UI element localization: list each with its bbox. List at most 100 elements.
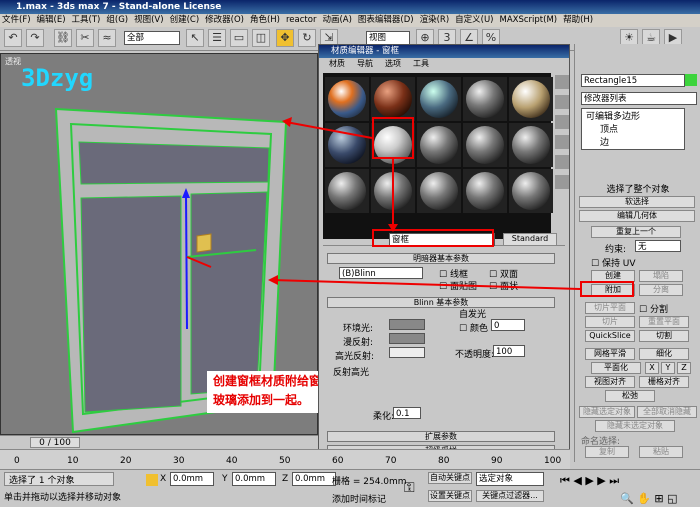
menu-item[interactable]: 角色(H) — [250, 14, 280, 27]
shader-rollout[interactable]: 明暗器基本参数 — [327, 253, 555, 264]
menu-item[interactable]: 组(G) — [106, 14, 128, 27]
reset-plane-button[interactable]: 重置平面 — [639, 316, 689, 328]
soft-selection-rollout[interactable]: 软选择 — [579, 196, 695, 208]
time-slider-frame[interactable]: 0 / 100 — [30, 437, 80, 448]
move-icon[interactable]: ✥ — [276, 29, 294, 47]
stack-editable-poly[interactable]: 可编辑多边形 — [582, 109, 684, 122]
ambient-swatch[interactable] — [389, 319, 425, 330]
stack-edge[interactable]: 边 — [582, 135, 684, 148]
z-coordinate[interactable]: 0.0mm — [292, 472, 336, 486]
object-color-swatch[interactable] — [685, 74, 697, 86]
selection-filter-dropdown[interactable]: 全部 — [124, 31, 180, 45]
unhide-all-button[interactable]: 全部取消隐藏 — [637, 406, 697, 418]
material-slot[interactable] — [509, 123, 553, 167]
material-menu-item[interactable]: 工具 — [413, 58, 429, 70]
select-by-name-icon[interactable]: ☰ — [208, 29, 226, 47]
constraint-dropdown[interactable]: 无 — [635, 240, 681, 252]
y-coordinate[interactable]: 0.0mm — [232, 472, 276, 486]
bind-spacewarp-icon[interactable]: ≈ — [98, 29, 116, 47]
material-type-button[interactable]: Standard — [503, 233, 557, 246]
material-slot[interactable] — [463, 123, 507, 167]
redo-icon[interactable]: ↷ — [26, 29, 44, 47]
grid-align-button[interactable]: 栅格对齐 — [639, 376, 689, 388]
material-menu-item[interactable]: 材质 — [329, 58, 345, 70]
material-slot[interactable] — [417, 123, 461, 167]
repeat-last-button[interactable]: 重复上一个 — [591, 226, 681, 238]
menu-item[interactable]: 渲染(R) — [420, 14, 450, 27]
diffuse-swatch[interactable] — [389, 333, 425, 344]
x-coordinate[interactable]: 0.0mm — [170, 472, 214, 486]
self-illum-value[interactable]: 0 — [491, 319, 525, 331]
stack-vertex[interactable]: 顶点 — [582, 122, 684, 135]
menu-item[interactable]: 修改器(O) — [205, 14, 244, 27]
select-icon[interactable]: ↖ — [186, 29, 204, 47]
face-map-checkbox[interactable]: ☐ 面贴图 — [439, 279, 477, 292]
uv-tiling-icon[interactable] — [555, 135, 569, 149]
video-color-check-icon[interactable] — [555, 155, 569, 169]
key-selection-dropdown[interactable]: 选定对象 — [476, 472, 544, 486]
reference-coord-dropdown[interactable]: 视图 — [366, 31, 410, 45]
planar-z-button[interactable]: Z — [677, 362, 691, 374]
relax-button[interactable]: 松弛 — [605, 390, 655, 402]
menu-item[interactable]: 编辑(E) — [37, 14, 66, 27]
slice-button[interactable]: 切片 — [585, 316, 635, 328]
menu-item[interactable]: 创建(C) — [170, 14, 200, 27]
menu-item[interactable]: reactor — [286, 14, 316, 27]
softness-value[interactable]: 0.1 — [393, 407, 421, 419]
region-select-icon[interactable]: ▭ — [230, 29, 248, 47]
material-slot[interactable] — [509, 77, 553, 121]
faceted-checkbox[interactable]: ☐ 面状 — [489, 279, 518, 292]
options-icon[interactable] — [555, 175, 569, 189]
background-icon[interactable] — [555, 115, 569, 129]
key-icon[interactable]: ⚿ — [404, 480, 415, 496]
sample-type-icon[interactable] — [555, 75, 569, 89]
blinn-rollout[interactable]: Blinn 基本参数 — [327, 297, 555, 308]
menu-item[interactable]: 工具(T) — [72, 14, 101, 27]
shader-dropdown[interactable]: (B)Blinn — [339, 267, 423, 279]
material-menu-item[interactable]: 选项 — [385, 58, 401, 70]
material-slot[interactable] — [417, 169, 461, 213]
preserve-uv-checkbox[interactable]: ☐ 保持 UV — [591, 256, 636, 269]
playback-controls-icon[interactable]: ⏮ ◀ ▶ ▶ ⏭ — [560, 474, 619, 488]
planar-x-button[interactable]: X — [645, 362, 659, 374]
lock-selection-icon[interactable] — [146, 474, 158, 486]
viewport-nav-icon[interactable]: 🔍 ✋ ⊞ ◱ — [620, 492, 678, 505]
menu-item[interactable]: 文件(F) — [2, 14, 31, 27]
specular-swatch[interactable] — [389, 347, 425, 358]
copy-button[interactable]: 复制 — [585, 446, 629, 458]
unlink-icon[interactable]: ✂ — [76, 29, 94, 47]
material-slot[interactable] — [325, 77, 369, 121]
make-planar-button[interactable]: 平面化 — [591, 362, 641, 374]
link-icon[interactable]: ⛓ — [54, 29, 72, 47]
split-checkbox[interactable]: ☐ 分割 — [639, 302, 668, 315]
material-slot[interactable] — [417, 77, 461, 121]
material-slot[interactable] — [371, 77, 415, 121]
detach-button[interactable]: 分离 — [639, 284, 683, 296]
opacity-value[interactable]: 100 — [493, 345, 525, 357]
hide-unselected-button[interactable]: 隐藏未选定对象 — [595, 420, 675, 432]
material-slot[interactable] — [371, 169, 415, 213]
menu-item[interactable]: 帮助(H) — [563, 14, 593, 27]
material-slot[interactable] — [463, 169, 507, 213]
window-crossing-icon[interactable]: ◫ — [252, 29, 270, 47]
slice-plane-button[interactable]: 切片平面 — [585, 302, 635, 314]
material-slot[interactable] — [509, 169, 553, 213]
rotate-icon[interactable]: ↻ — [298, 29, 316, 47]
self-illum-color-checkbox[interactable]: ☐ 颜色 — [459, 321, 488, 334]
menu-item[interactable]: 视图(V) — [134, 14, 163, 27]
material-menu-item[interactable]: 导航 — [357, 58, 373, 70]
menu-item[interactable]: MAXScript(M) — [500, 14, 558, 27]
extended-params-rollout[interactable]: 扩展参数 — [327, 431, 555, 442]
auto-key-button[interactable]: 自动关键点 — [428, 472, 472, 484]
menu-item[interactable]: 自定义(U) — [455, 14, 493, 27]
material-slot[interactable] — [325, 169, 369, 213]
material-slot[interactable] — [463, 77, 507, 121]
backlight-icon[interactable] — [555, 95, 569, 109]
track-bar[interactable]: 0 10 20 30 40 50 60 70 80 90 100 — [0, 449, 570, 469]
set-key-button[interactable]: 设置关键点 — [428, 490, 472, 502]
cut-button[interactable]: 切割 — [639, 330, 689, 342]
material-slot[interactable] — [325, 123, 369, 167]
modifier-stack[interactable]: 可编辑多边形 顶点 边 — [581, 108, 685, 150]
menu-item[interactable]: 图表编辑器(D) — [358, 14, 414, 27]
time-slider[interactable]: 0 / 100 — [0, 435, 318, 449]
